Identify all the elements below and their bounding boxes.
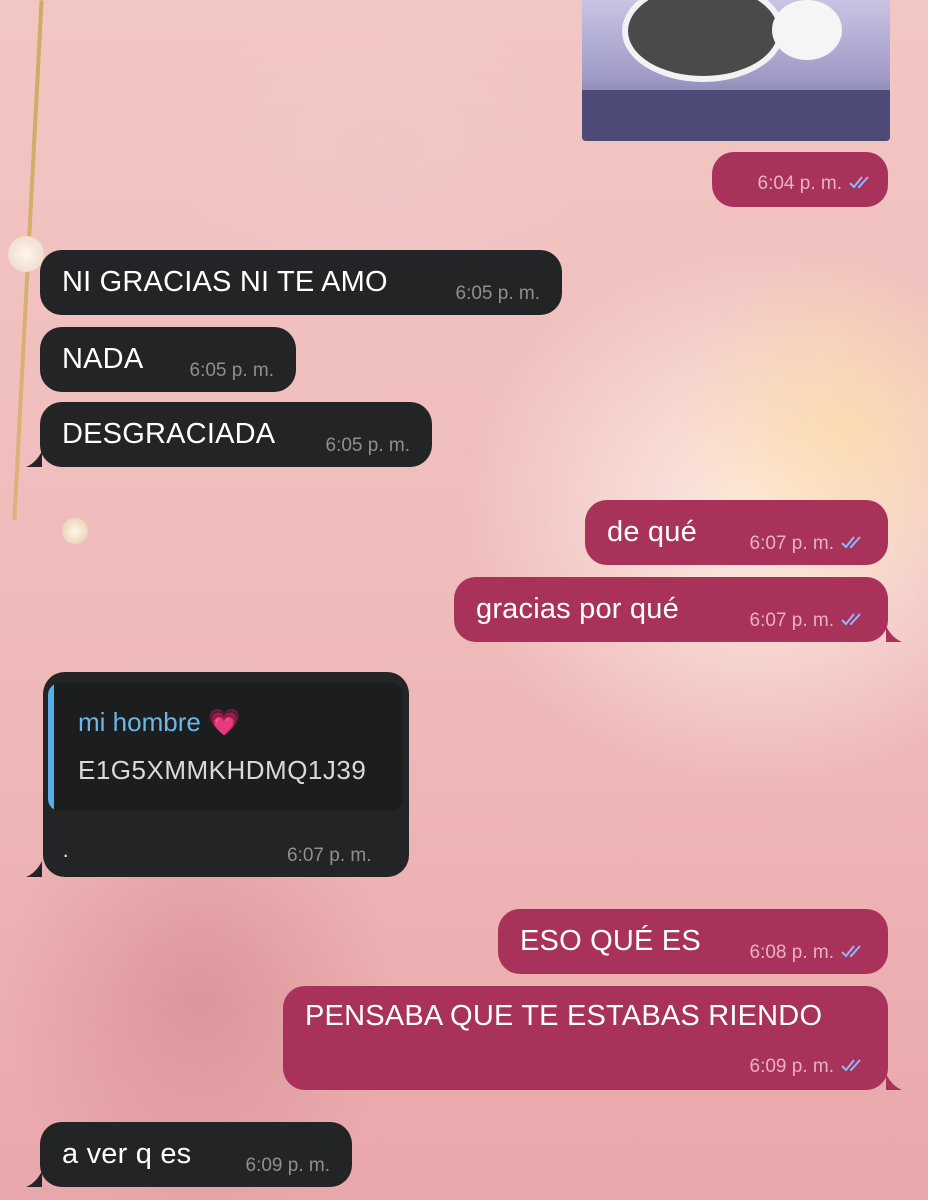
outgoing-message[interactable]: ESO QUÉ ES 6:08 p. m. — [498, 909, 888, 974]
bubble-tail — [886, 1074, 902, 1090]
message-meta: 6:09 p. m. — [750, 1056, 867, 1078]
message-text: NADA — [62, 343, 144, 375]
message-meta: 6:04 p. m. — [758, 165, 875, 195]
incoming-message[interactable]: a ver q es 6:09 p. m. — [40, 1122, 352, 1187]
message-text: a ver q es — [62, 1138, 192, 1170]
outgoing-message[interactable]: de qué 6:07 p. m. — [585, 500, 888, 565]
message-meta: 6:07 p. m. — [750, 511, 867, 555]
quoted-message[interactable]: mi hombre 💗 E1G5XMMKHDMQ1J39 — [48, 683, 403, 811]
quote-author: mi hombre 💗 — [78, 707, 241, 737]
incoming-message[interactable]: NADA 6:05 p. m. — [40, 327, 296, 392]
message-meta: 6:08 p. m. — [750, 920, 867, 964]
image-content — [622, 0, 784, 82]
outgoing-message[interactable]: PENSABA QUE TE ESTABAS RIENDO 6:09 p. m. — [283, 986, 888, 1090]
background-flower-bud — [8, 236, 44, 272]
double-check-icon — [840, 942, 866, 964]
message-time: 6:08 p. m. — [749, 941, 835, 963]
message-time: 6:07 p. m. — [749, 532, 835, 554]
message-time: 6:09 p. m. — [245, 1154, 331, 1176]
message-time: 6:05 p. m. — [325, 434, 411, 456]
bubble-tail — [26, 1171, 42, 1187]
image-content — [772, 0, 842, 60]
message-time: 6:09 p. m. — [749, 1056, 835, 1077]
message-text: ESO QUÉ ES — [520, 925, 701, 957]
double-check-icon — [848, 173, 874, 195]
incoming-message[interactable]: DESGRACIADA 6:05 p. m. — [40, 402, 432, 467]
message-time: 6:05 p. m. — [189, 359, 275, 381]
outgoing-message[interactable]: gracias por qué 6:07 p. m. — [454, 577, 888, 642]
message-text: · — [62, 842, 70, 867]
bubble-tail — [26, 451, 42, 467]
bubble-tail — [886, 626, 902, 642]
outgoing-message[interactable]: 6:04 p. m. — [712, 152, 888, 207]
message-meta: 6:07 p. m. — [750, 588, 867, 632]
chat-view: 6:04 p. m. NI GRACIAS NI TE AMO 6:05 p. … — [0, 0, 928, 1200]
message-text: DESGRACIADA — [62, 418, 276, 450]
double-check-icon — [840, 1056, 866, 1078]
message-text: PENSABA QUE TE ESTABAS RIENDO — [305, 1000, 823, 1032]
message-text: gracias por qué — [476, 593, 679, 625]
double-check-icon — [840, 610, 866, 632]
background-flower-bud — [62, 518, 88, 544]
incoming-message[interactable]: NI GRACIAS NI TE AMO 6:05 p. m. — [40, 250, 562, 315]
message-time: 6:05 p. m. — [455, 282, 541, 304]
message-meta: 6:05 p. m. — [456, 261, 541, 305]
message-text: NI GRACIAS NI TE AMO — [62, 266, 388, 298]
bubble-tail — [26, 861, 42, 877]
image-content — [582, 90, 890, 141]
message-time: 6:07 p. m. — [749, 609, 835, 631]
message-time: 6:04 p. m. — [757, 172, 843, 194]
quote-accent-bar — [48, 683, 54, 811]
message-meta: 6:05 p. m. — [190, 338, 275, 382]
message-meta: 6:09 p. m. — [246, 1133, 331, 1177]
quote-text: E1G5XMMKHDMQ1J39 — [78, 755, 367, 785]
double-check-icon — [840, 533, 866, 555]
image-message[interactable] — [582, 0, 890, 141]
message-time: 6:07 p. m. — [287, 845, 372, 866]
message-meta: 6:05 p. m. — [326, 413, 411, 457]
message-text: de qué — [607, 516, 697, 548]
